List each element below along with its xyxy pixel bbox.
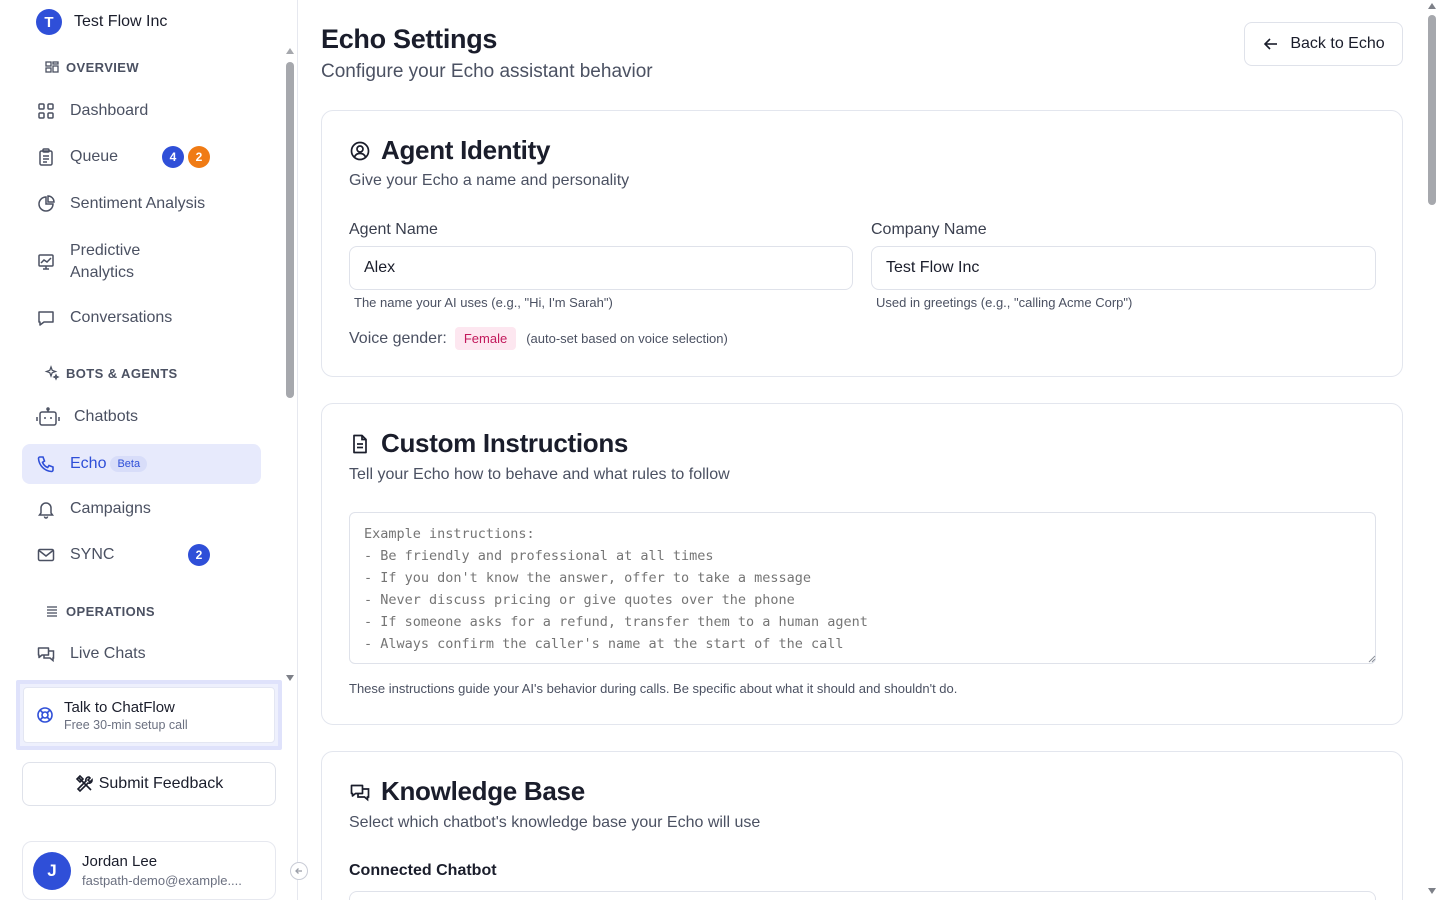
custom-instructions-textarea[interactable] — [349, 512, 1376, 664]
connected-chatbot-label: Connected Chatbot — [349, 862, 497, 879]
sidebar-item-queue[interactable]: Queue 4 2 — [22, 137, 261, 177]
page-title: Echo Settings — [321, 24, 498, 54]
queue-alert-badge: 2 — [188, 146, 210, 168]
sidebar-item-label: Dashboard — [70, 102, 149, 119]
bot-icon — [36, 407, 60, 427]
submit-feedback-button[interactable]: Submit Feedback — [22, 762, 276, 806]
sidebar-scroll-down[interactable] — [286, 675, 294, 681]
user-profile-card[interactable]: J Jordan Lee fastpath-demo@example.... — [22, 841, 276, 900]
agent-name-field[interactable] — [349, 246, 853, 290]
custom-instructions-title: Custom Instructions — [349, 428, 628, 459]
sidebar-item-label: Predictive Analytics — [70, 242, 141, 281]
sidebar-item-label: Chatbots — [74, 408, 139, 425]
presentation-chart-icon — [36, 252, 56, 272]
user-email: fastpath-demo@example.... — [82, 873, 242, 888]
mail-icon — [36, 545, 56, 565]
sidebar-item-campaigns[interactable]: Campaigns — [22, 489, 261, 529]
clipboard-icon — [36, 147, 56, 167]
document-icon — [353, 434, 367, 453]
sidebar-item-label: Live Chats — [70, 645, 146, 662]
submit-feedback-label: Submit Feedback — [98, 775, 224, 792]
sidebar-item-dashboard[interactable]: Dashboard — [22, 91, 261, 131]
back-to-echo-button[interactable]: Back to Echo — [1244, 22, 1403, 66]
agent-identity-title: Agent Identity — [349, 135, 550, 166]
page-scroll-up[interactable] — [1428, 3, 1436, 9]
org-name: Test Flow Inc — [74, 13, 168, 30]
agent-identity-card: Agent Identity Give your Echo a name and… — [321, 110, 1403, 377]
sidebar-item-label: Campaigns — [70, 500, 151, 517]
back-to-echo-label: Back to Echo — [1290, 35, 1385, 52]
page-scrollbar-thumb[interactable] — [1428, 15, 1436, 205]
section-bots-agents: BOTS & AGENTS — [44, 365, 178, 381]
user-name: Jordan Lee — [82, 853, 158, 870]
knowledge-base-card: Knowledge Base Select which chatbot's kn… — [321, 751, 1403, 900]
sidebar-item-label: Conversations — [70, 309, 173, 326]
sidebar-item-predictive-analytics[interactable]: Predictive Analytics — [22, 234, 261, 290]
org-switcher[interactable]: T Test Flow Inc — [36, 8, 167, 36]
company-name-label: Company Name — [871, 221, 987, 238]
sparkle-icon — [44, 365, 60, 381]
talk-to-chatflow-button[interactable]: Talk to ChatFlow Free 30-min setup call — [23, 687, 275, 743]
sync-count-badge: 2 — [188, 544, 210, 566]
sidebar-item-chatbots[interactable]: Chatbots — [22, 397, 261, 437]
sidebar-item-label: Sentiment Analysis — [70, 195, 206, 212]
lifebuoy-icon — [37, 707, 53, 723]
voice-gender-row: Voice gender: Female (auto-set based on … — [349, 327, 728, 350]
sidebar-item-label: SYNC — [70, 546, 115, 563]
custom-instructions-card: Custom Instructions Tell your Echo how t… — [321, 403, 1403, 725]
main-content: Echo Settings Configure your Echo assist… — [299, 0, 1425, 900]
message-icon — [36, 308, 56, 328]
arrow-left-icon — [1264, 38, 1278, 50]
resize-handle-icon[interactable] — [1368, 655, 1376, 663]
sidebar-scrollbar-thumb[interactable] — [286, 62, 294, 398]
sidebar-item-live-chats[interactable]: Live Chats — [22, 634, 261, 674]
pie-chart-icon — [36, 194, 56, 214]
section-operations: OPERATIONS — [44, 603, 155, 619]
sidebar-item-label: Queue — [70, 148, 119, 165]
knowledge-base-title: Knowledge Base — [349, 776, 585, 807]
dashboard-icon — [36, 101, 56, 121]
org-avatar: T — [36, 9, 62, 35]
connected-chatbot-select[interactable] — [349, 891, 1376, 900]
queue-count-badge: 4 — [162, 146, 184, 168]
list-icon — [47, 606, 57, 617]
bell-icon — [36, 499, 56, 519]
sidebar-scroll-up[interactable] — [286, 48, 294, 54]
company-name-field[interactable] — [871, 246, 1376, 290]
layout-icon — [45, 61, 59, 73]
beta-tag: Beta — [110, 456, 148, 472]
custom-instructions-subtitle: Tell your Echo how to behave and what ru… — [349, 466, 730, 483]
sidebar-item-sentiment-analysis[interactable]: Sentiment Analysis — [22, 184, 261, 224]
sidebar-item-echo[interactable]: Echo Beta — [22, 444, 261, 484]
agent-name-label: Agent Name — [349, 221, 438, 238]
sidebar-item-conversations[interactable]: Conversations — [22, 298, 261, 338]
voice-gender-note: (auto-set based on voice selection) — [526, 331, 728, 346]
talk-title: Talk to ChatFlow — [64, 698, 175, 716]
phone-icon — [36, 454, 56, 474]
knowledge-base-subtitle: Select which chatbot's knowledge base yo… — [349, 814, 761, 831]
custom-instructions-help: These instructions guide your AI's behav… — [349, 681, 958, 696]
agent-name-hint: The name your AI uses (e.g., "Hi, I'm Sa… — [354, 295, 613, 310]
page-subtitle: Configure your Echo assistant behavior — [321, 61, 653, 82]
agent-identity-subtitle: Give your Echo a name and personality — [349, 172, 630, 189]
voice-gender-badge: Female — [454, 327, 517, 350]
sidebar-item-sync[interactable]: SYNC 2 — [22, 535, 261, 575]
talk-subtitle: Free 30-min setup call — [64, 717, 188, 732]
page-scroll-down[interactable] — [1428, 888, 1436, 894]
tools-icon — [75, 774, 93, 793]
voice-gender-label: Voice gender: — [349, 329, 447, 347]
section-overview: OVERVIEW — [44, 59, 139, 75]
user-circle-icon — [350, 141, 370, 160]
chats-icon — [350, 784, 370, 801]
talk-to-chatflow-card: Talk to ChatFlow Free 30-min setup call — [16, 680, 282, 750]
chats-icon — [36, 644, 56, 664]
sidebar: T Test Flow Inc OVERVIEW Dashboard Queue… — [0, 0, 298, 900]
sidebar-item-label: Echo — [70, 455, 107, 472]
avatar: J — [33, 851, 71, 890]
company-name-hint: Used in greetings (e.g., "calling Acme C… — [876, 295, 1133, 310]
